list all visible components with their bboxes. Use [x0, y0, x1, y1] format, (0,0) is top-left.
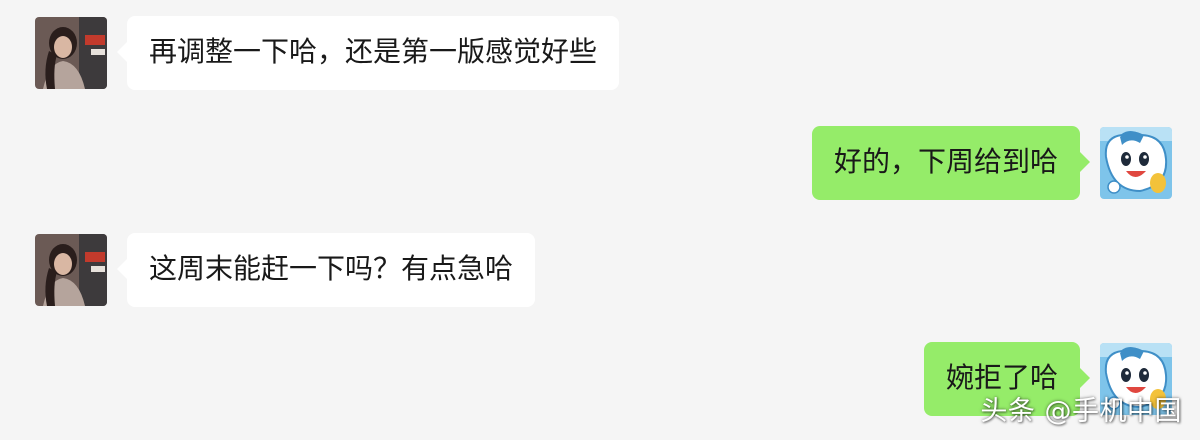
cartoon-mascot-avatar-icon — [1100, 127, 1172, 199]
message-bubble[interactable]: 再调整一下哈，还是第一版感觉好些 — [116, 16, 620, 90]
chat-conversation: 再调整一下哈，还是第一版感觉好些 好的，下周给到哈 这周末能赶一下吗？有点急哈 … — [0, 0, 1200, 440]
watermark: 头条 @手机中国 — [980, 396, 1182, 427]
user-photo-avatar-icon — [35, 234, 107, 306]
message-incoming: 再调整一下哈，还是第一版感觉好些 — [35, 16, 620, 90]
contact-avatar[interactable] — [35, 17, 107, 89]
message-bubble[interactable]: 好的，下周给到哈 — [811, 126, 1091, 200]
message-outgoing: 好的，下周给到哈 — [811, 126, 1172, 200]
contact-avatar[interactable] — [35, 234, 107, 306]
message-bubble[interactable]: 这周末能赶一下吗？有点急哈 — [116, 233, 536, 307]
user-photo-avatar-icon — [35, 17, 107, 89]
self-avatar[interactable] — [1100, 127, 1172, 199]
message-incoming: 这周末能赶一下吗？有点急哈 — [35, 233, 536, 307]
